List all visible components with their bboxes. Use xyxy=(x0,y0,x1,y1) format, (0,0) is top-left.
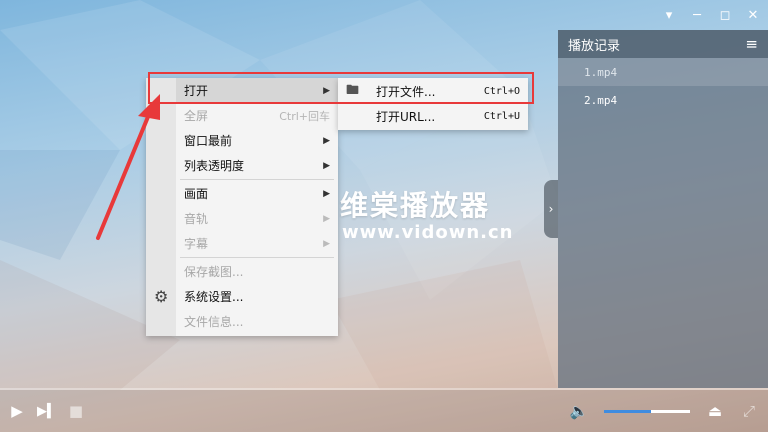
menu-item-picture[interactable]: 画面 ▶ xyxy=(176,181,338,206)
eject-icon[interactable]: ⏏ xyxy=(706,402,724,420)
chevron-right-icon: › xyxy=(548,202,554,216)
close-icon[interactable]: ✕ xyxy=(746,6,760,24)
playlist-header: 播放记录 ≡ xyxy=(558,30,768,58)
context-menu: 打开 ▶ 全屏 Ctrl+回车 窗口最前 ▶ 列表透明度 ▶ 画面 ▶ 音轨 ▶… xyxy=(146,78,338,336)
submenu-arrow-icon: ▶ xyxy=(323,85,330,96)
menu-item-label: 字幕 xyxy=(184,237,209,251)
menu-item-label: 文件信息... xyxy=(184,315,244,329)
menu-item-audio-track[interactable]: 音轨 ▶ xyxy=(176,206,338,231)
submenu-item-open-url[interactable]: 打开URL... Ctrl+U xyxy=(338,104,528,129)
watermark-url: www.vidown.cn xyxy=(342,222,514,243)
menu-item-label: 列表透明度 xyxy=(184,159,245,173)
menu-item-label: 窗口最前 xyxy=(184,134,233,148)
playlist-menu-icon[interactable]: ≡ xyxy=(745,35,758,53)
open-submenu: 🖿 打开文件... Ctrl+O 打开URL... Ctrl+U xyxy=(338,78,528,130)
menu-item-label: 音轨 xyxy=(184,212,209,226)
submenu-arrow-icon: ▶ xyxy=(323,160,330,171)
menu-item-fullscreen[interactable]: 全屏 Ctrl+回车 xyxy=(176,103,338,128)
menu-item-label: 画面 xyxy=(184,187,209,201)
volume-fill xyxy=(604,410,652,413)
menu-item-label: 打开 xyxy=(184,84,209,98)
submenu-arrow-icon: ▶ xyxy=(323,213,330,224)
folder-icon: 🖿 xyxy=(346,82,360,98)
maximize-icon[interactable]: ◻ xyxy=(718,6,732,24)
submenu-item-open-file[interactable]: 🖿 打开文件... Ctrl+O xyxy=(338,79,528,104)
menu-item-subtitle[interactable]: 字幕 ▶ xyxy=(176,231,338,256)
menu-item-file-info[interactable]: 文件信息... xyxy=(176,309,338,334)
menu-separator xyxy=(180,257,334,258)
submenu-arrow-icon: ▶ xyxy=(323,238,330,249)
playlist-item[interactable]: 2.mp4 xyxy=(558,86,768,114)
fullscreen-icon[interactable]: ⤢ xyxy=(740,402,758,420)
submenu-arrow-icon: ▶ xyxy=(323,135,330,146)
menu-item-label: 系统设置... xyxy=(184,290,244,304)
minimize-icon[interactable]: ▾ xyxy=(662,6,676,24)
next-icon[interactable]: ▶▍ xyxy=(37,402,57,420)
window-controls: ▾ ─ ◻ ✕ xyxy=(662,6,760,24)
watermark-title: 维棠播放器 xyxy=(340,189,491,222)
gear-icon: ⚙ xyxy=(154,287,169,306)
playlist-panel: 播放记录 ≡ 1.mp4 2.mp4 xyxy=(558,30,768,388)
menu-item-save-screenshot[interactable]: 保存截图... xyxy=(176,259,338,284)
playlist-item[interactable]: 1.mp4 xyxy=(558,58,768,86)
menu-item-open[interactable]: 打开 ▶ xyxy=(176,78,338,103)
submenu-item-label: 打开文件... xyxy=(376,85,436,99)
submenu-item-label: 打开URL... xyxy=(376,110,436,124)
playlist-title: 播放记录 xyxy=(568,38,621,54)
menu-item-shortcut: Ctrl+回车 xyxy=(279,109,330,123)
play-icon[interactable]: ▶ xyxy=(8,402,26,420)
submenu-item-shortcut: Ctrl+O xyxy=(483,86,520,97)
menu-item-settings[interactable]: 系统设置... xyxy=(176,284,338,309)
playlist-toggle-handle[interactable]: › xyxy=(544,180,558,238)
menu-item-always-on-top[interactable]: 窗口最前 ▶ xyxy=(176,128,338,153)
stop-icon[interactable]: ■ xyxy=(68,402,84,420)
menu-item-list-opacity[interactable]: 列表透明度 ▶ xyxy=(176,153,338,178)
volume-icon[interactable]: 🔈 xyxy=(570,402,589,420)
menu-separator xyxy=(180,179,334,180)
submenu-item-shortcut: Ctrl+U xyxy=(483,111,520,122)
menu-item-label: 全屏 xyxy=(184,109,209,123)
volume-slider[interactable] xyxy=(604,410,690,413)
menu-item-label: 保存截图... xyxy=(184,265,244,279)
restore-icon[interactable]: ─ xyxy=(690,6,704,24)
submenu-arrow-icon: ▶ xyxy=(323,188,330,199)
